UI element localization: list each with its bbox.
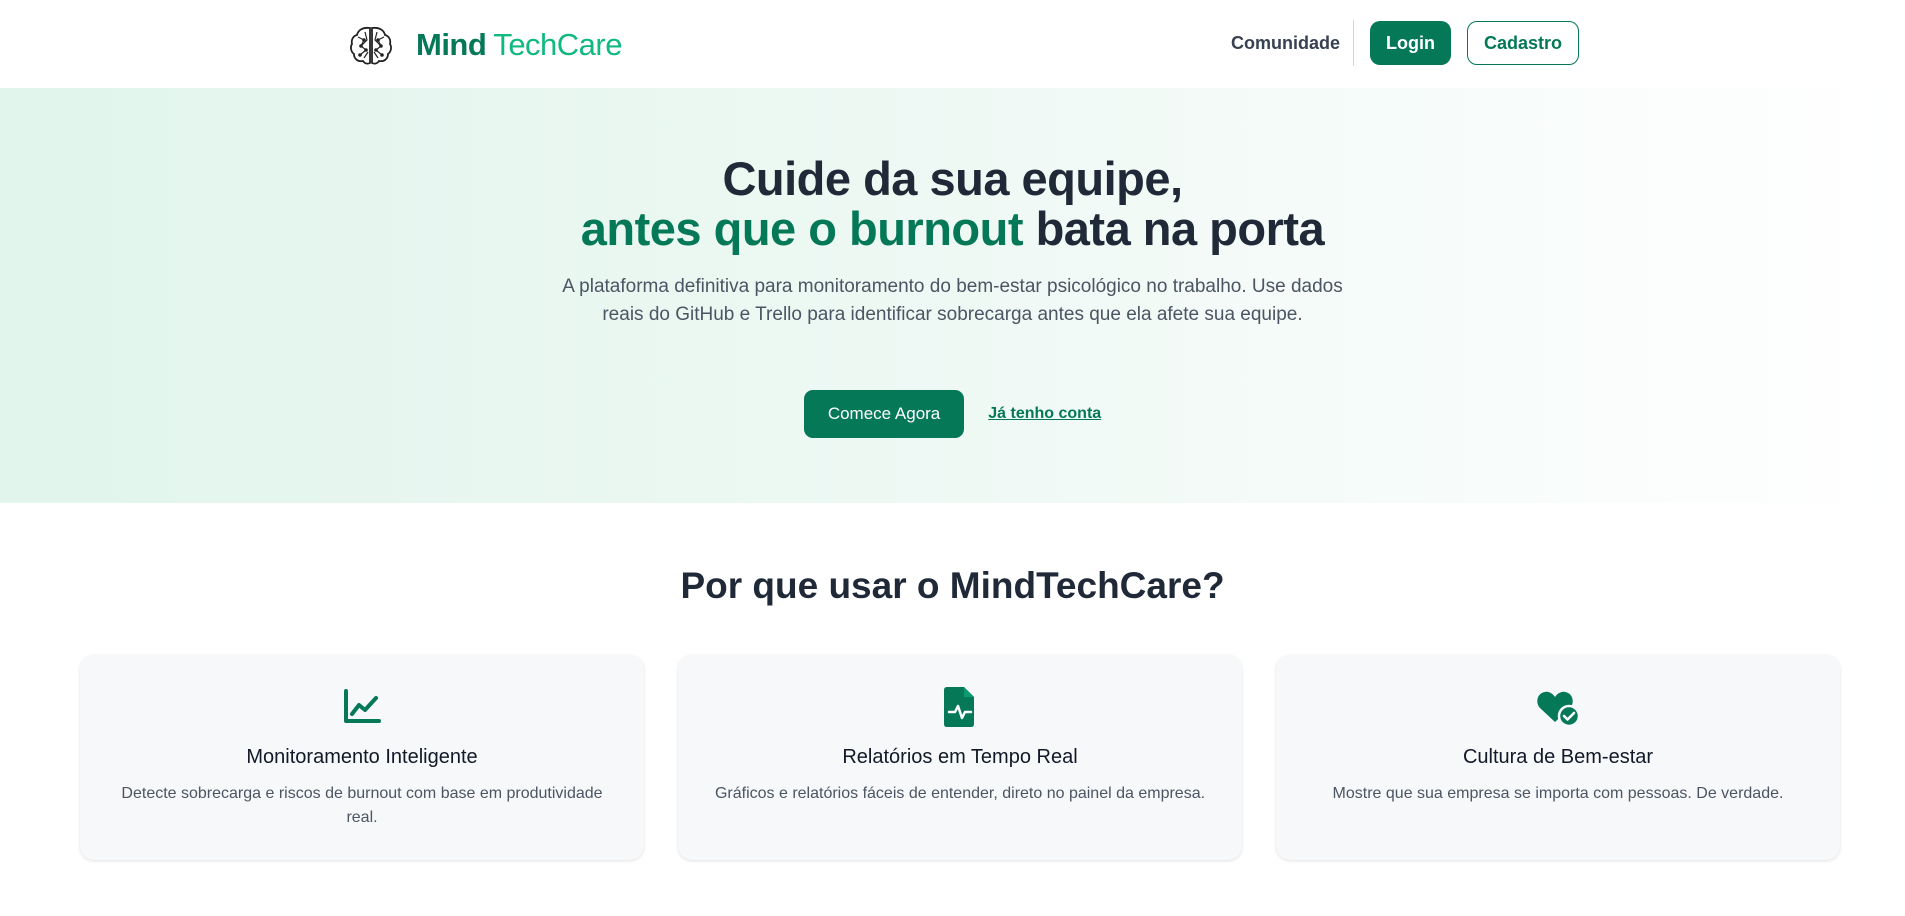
hero-title: Cuide da sua equipe, antes que o burnout… [0, 154, 1905, 254]
feature-card: Monitoramento Inteligente Detecte sobrec… [80, 655, 644, 860]
signup-button[interactable]: Cadastro [1466, 21, 1579, 65]
feature-description: Gráficos e relatórios fáceis de entender… [714, 785, 1206, 802]
hero-title-accent: antes que o burnout [580, 202, 1024, 255]
main-nav: Comunidade Login Cadastro [1231, 20, 1579, 66]
feature-card: Cultura de Bem-estar Mostre que sua empr… [1276, 655, 1840, 860]
brain-circuit-icon [350, 26, 392, 65]
feature-title: Relatórios em Tempo Real [842, 746, 1078, 768]
brand-name: Mind TechCare [416, 27, 622, 63]
site-header: Mind TechCare Comunidade Login Cadastro [0, 0, 1905, 88]
brand-name-part2: TechCare [493, 27, 622, 62]
hero-description: A plataforma definitiva para monitoramen… [562, 276, 1343, 325]
start-now-button[interactable]: Comece Agora [803, 390, 965, 438]
hero-title-line1: Cuide da sua equipe, [722, 152, 1183, 205]
feature-card: Relatórios em Tempo Real Gráficos e rela… [678, 655, 1242, 860]
brand-name-part1: Mind [416, 27, 487, 62]
feature-description: Detecte sobrecarga e riscos de burnout c… [121, 785, 603, 826]
chart-line-icon [344, 689, 381, 723]
hero-actions: Comece Agora Já tenho conta [0, 390, 1905, 438]
file-medical-icon [944, 687, 974, 727]
nav-community-link[interactable]: Comunidade [1231, 20, 1354, 66]
heart-check-icon [1537, 691, 1580, 727]
features-list: Monitoramento Inteligente Detecte sobrec… [80, 655, 1840, 860]
login-button[interactable]: Login [1369, 21, 1451, 65]
feature-title: Monitoramento Inteligente [246, 746, 478, 768]
hero-section: Cuide da sua equipe, antes que o burnout… [0, 88, 1905, 503]
hero-title-rest: bata na porta [1023, 202, 1325, 255]
existing-account-link[interactable]: Já tenho conta [988, 405, 1101, 423]
feature-description: Mostre que sua empresa se importa com pe… [1332, 785, 1784, 802]
features-title: Por que usar o MindTechCare? [680, 565, 1225, 606]
feature-title: Cultura de Bem-estar [1462, 746, 1654, 768]
brand-logo[interactable]: Mind TechCare [348, 22, 622, 68]
